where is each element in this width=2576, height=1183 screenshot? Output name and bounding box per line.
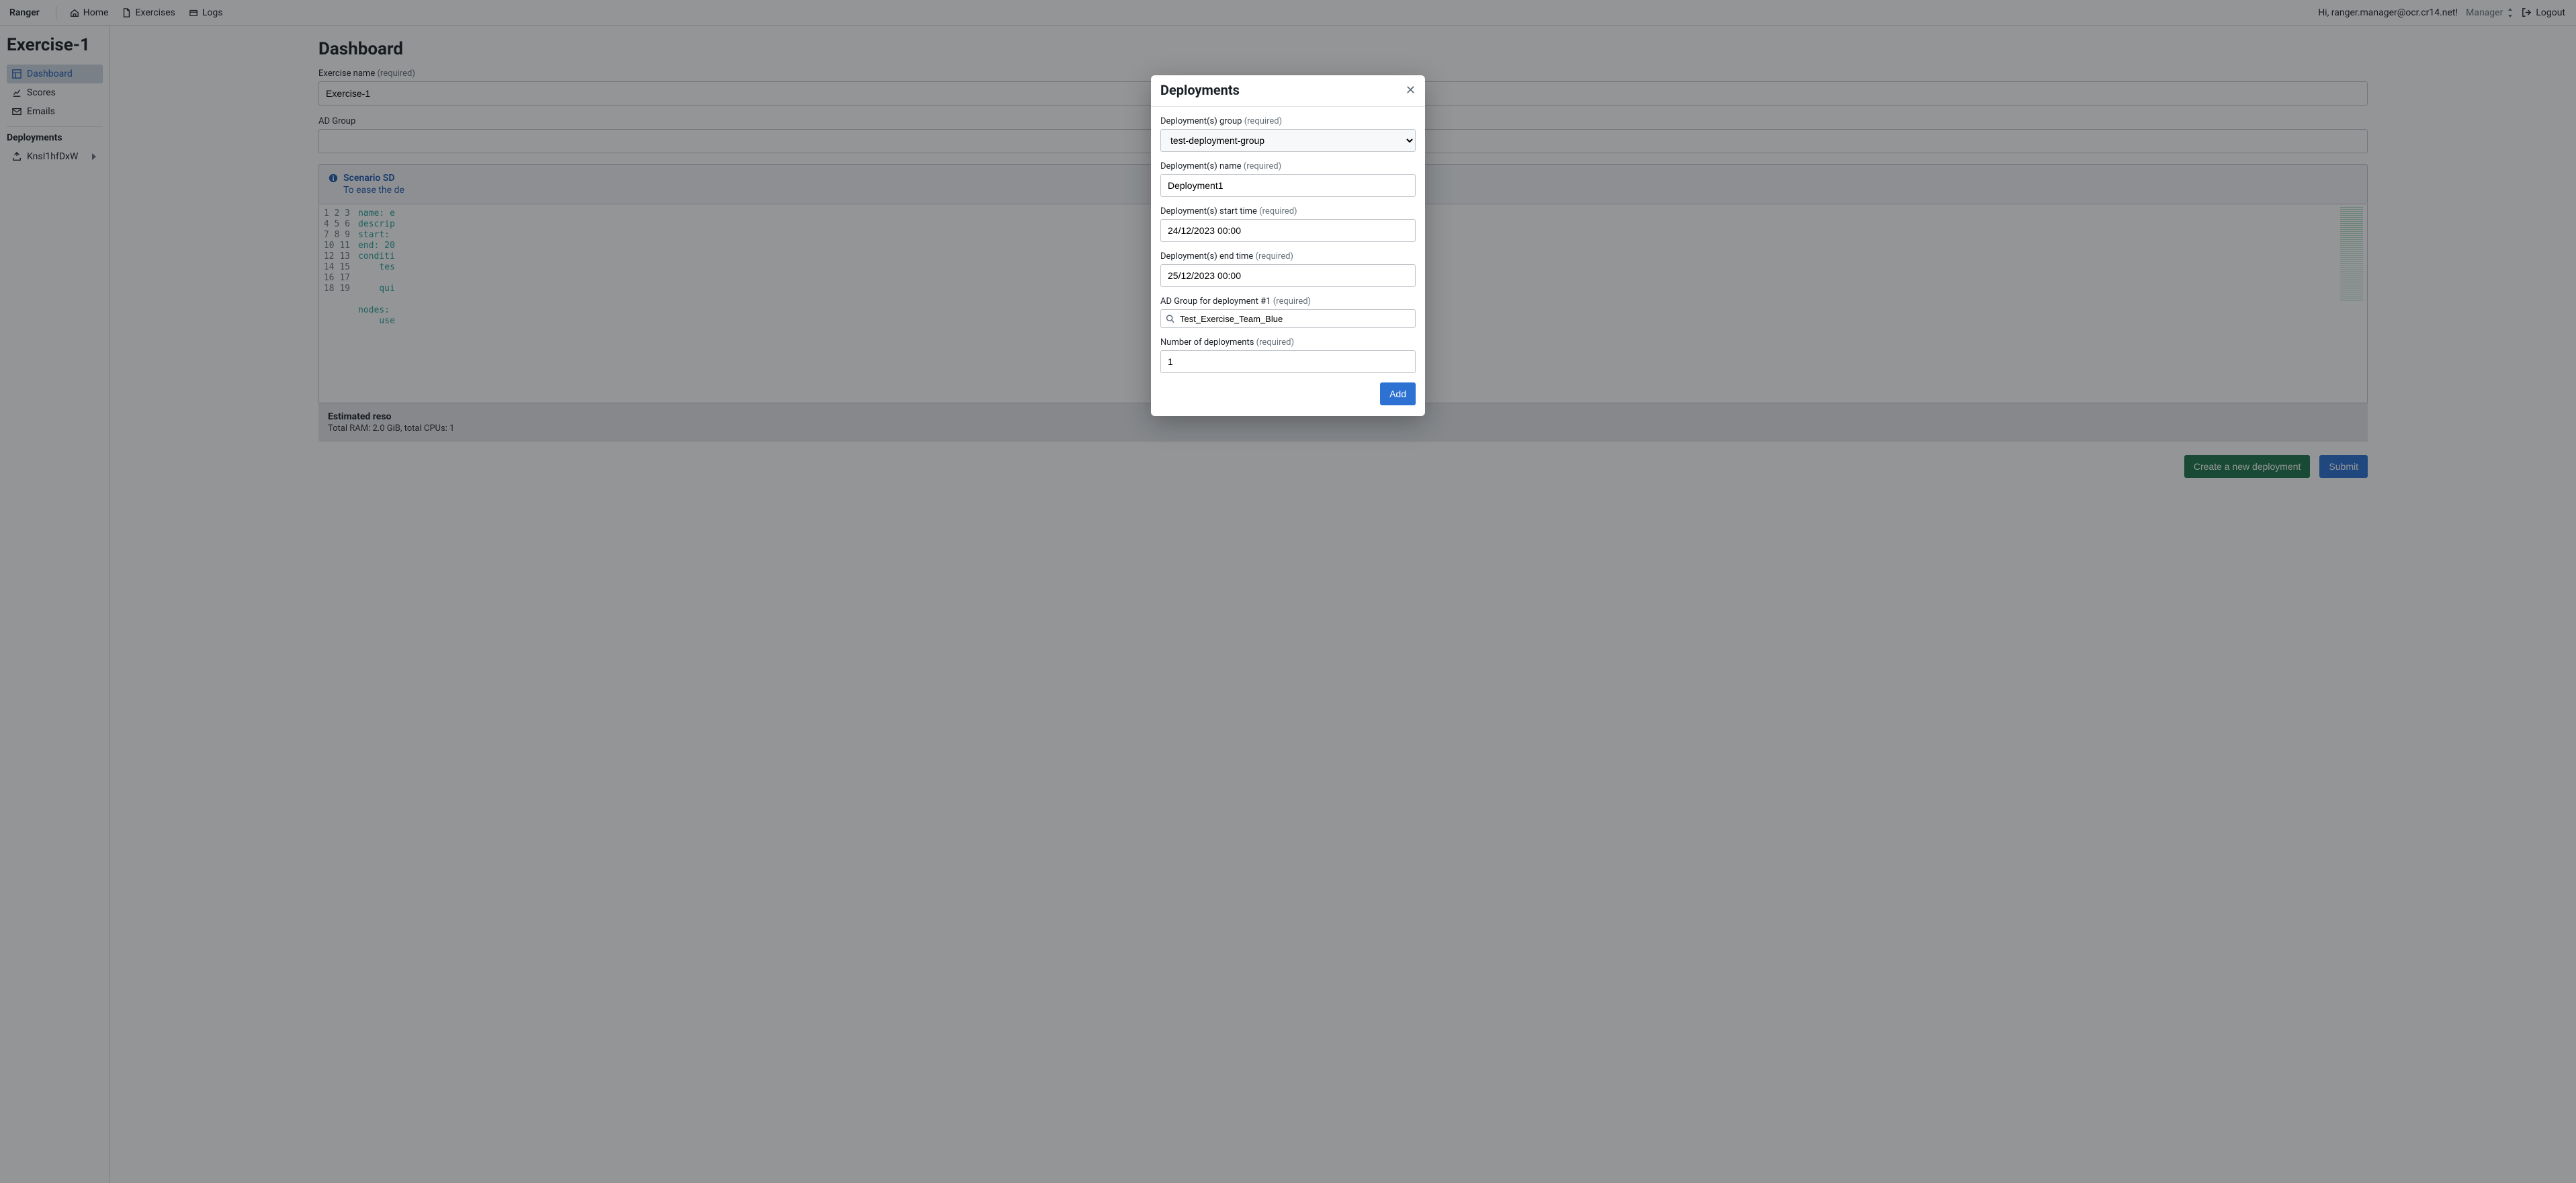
deployment-group-select[interactable]: test-deployment-group: [1160, 129, 1416, 152]
close-button[interactable]: ✕: [1406, 84, 1416, 96]
add-button[interactable]: Add: [1380, 382, 1416, 405]
deployments-modal: Deployments ✕ Deployment(s) group (requi…: [1151, 75, 1425, 416]
modal-title: Deployments: [1160, 82, 1240, 98]
deployment-end-input[interactable]: [1160, 264, 1416, 287]
deployment-count-input[interactable]: [1160, 350, 1416, 373]
search-icon: [1166, 315, 1174, 323]
deployment-count-label: Number of deployments (required): [1160, 337, 1416, 348]
deployment-end-label: Deployment(s) end time (required): [1160, 251, 1416, 261]
deployment-start-input[interactable]: [1160, 219, 1416, 242]
deployment-name-label: Deployment(s) name (required): [1160, 161, 1416, 171]
deployment-adgroup-label: AD Group for deployment #1 (required): [1160, 296, 1416, 307]
deployment-name-input[interactable]: [1160, 174, 1416, 197]
modal-overlay[interactable]: Deployments ✕ Deployment(s) group (requi…: [0, 0, 2576, 1183]
deployment-group-label: Deployment(s) group (required): [1160, 116, 1416, 126]
deployment-adgroup-input[interactable]: [1160, 309, 1416, 328]
close-icon: ✕: [1406, 84, 1416, 96]
deployment-start-label: Deployment(s) start time (required): [1160, 206, 1416, 216]
